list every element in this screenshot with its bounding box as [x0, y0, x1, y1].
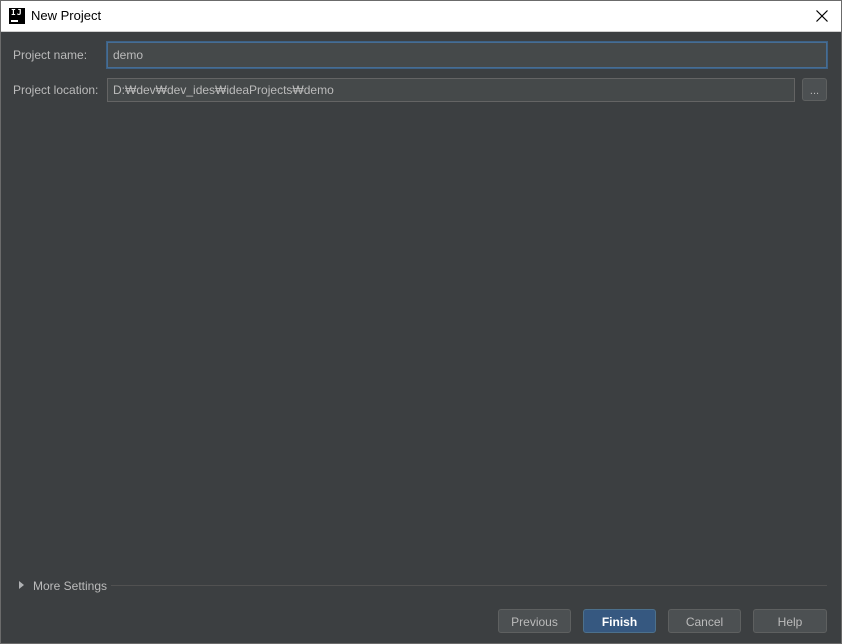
finish-button[interactable]: Finish [583, 609, 656, 633]
help-button[interactable]: Help [753, 609, 827, 633]
project-name-label: Project name: [13, 48, 88, 62]
title-bar[interactable]: IJ New Project [1, 1, 841, 32]
window-title: New Project [31, 8, 102, 23]
intellij-idea-icon: IJ [9, 8, 25, 24]
close-button[interactable] [807, 1, 837, 31]
more-settings-label: More Settings [33, 579, 108, 593]
project-location-label: Project location: [13, 83, 99, 97]
expand-triangle-icon [19, 581, 24, 589]
project-location-input[interactable] [107, 78, 795, 102]
cancel-button[interactable]: Cancel [668, 609, 741, 633]
previous-button[interactable]: Previous [498, 609, 571, 633]
close-icon [816, 10, 828, 22]
browse-location-button[interactable]: ... [802, 78, 827, 101]
more-settings-divider [111, 585, 827, 586]
new-project-dialog: IJ New Project Project name: Project loc… [0, 0, 842, 644]
project-name-input[interactable] [107, 42, 827, 68]
